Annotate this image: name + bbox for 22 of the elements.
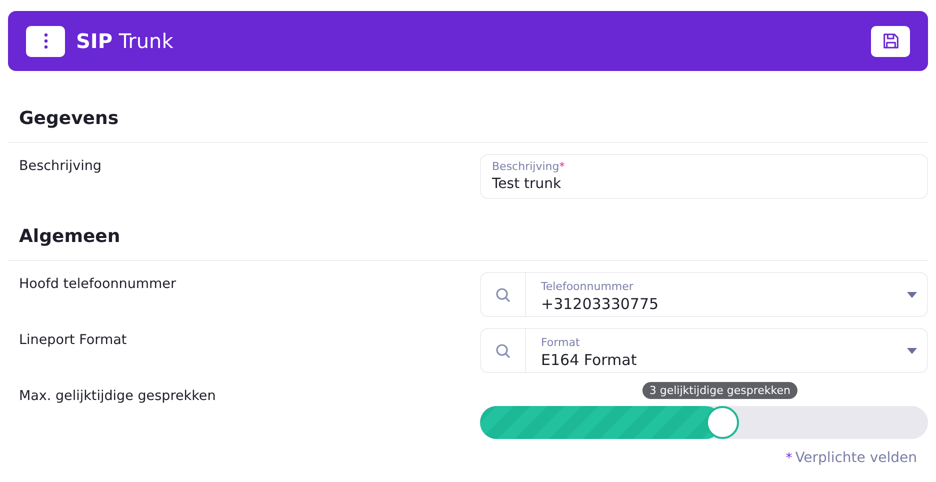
select-field[interactable]: Format E164 Format (480, 328, 928, 373)
field-label: Hoofd telefoonnummer (19, 276, 176, 292)
search-icon (495, 342, 511, 358)
save-icon (880, 31, 900, 51)
slider-thumb[interactable] (706, 406, 739, 439)
more-icon (44, 33, 48, 49)
input-field[interactable]: Beschrijving* Test trunk (480, 154, 928, 199)
search-icon (495, 286, 511, 302)
caret-icon (907, 292, 917, 298)
value-tooltip: 3 gelijktijdige gesprekken (642, 382, 798, 399)
required-note: Verplichte velden (795, 450, 917, 466)
select-field[interactable]: Telefoonnummer +31203330775 (480, 272, 928, 317)
required-mark: * (786, 451, 792, 466)
field-label: Max. gelijktijdige gesprekken (19, 388, 216, 404)
page-title: SIP Trunk (76, 29, 174, 53)
field-label: Lineport Format (19, 332, 127, 348)
section-heading: Gegevens (19, 107, 120, 131)
caret-icon (907, 348, 917, 354)
save-button[interactable] (871, 26, 910, 56)
field-label: Beschrijving (19, 158, 102, 174)
menu-button[interactable] (26, 26, 65, 56)
section-heading: Algemeen (19, 225, 122, 249)
